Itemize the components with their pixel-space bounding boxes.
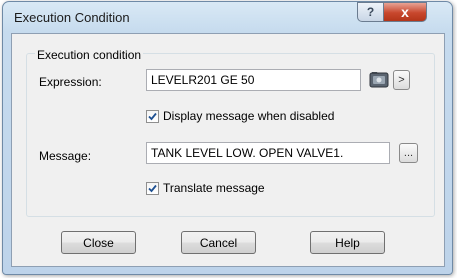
title-close-button[interactable]: x [383, 2, 427, 22]
group-legend: Execution condition [35, 48, 144, 62]
chevron-right-icon: > [398, 74, 405, 86]
help-button[interactable]: Help [310, 231, 385, 254]
checkmark-icon [148, 112, 157, 120]
dialog-body: Execution condition Expression: LEVELR20… [11, 33, 445, 267]
message-browse-button[interactable]: ... [399, 143, 418, 163]
window-title: Execution Condition [14, 10, 130, 25]
ellipsis-icon: ... [403, 147, 414, 159]
expression-label: Expression: [39, 75, 102, 89]
expression-editor-button[interactable] [368, 69, 390, 91]
message-input[interactable]: TANK LEVEL LOW. OPEN VALVE1. [146, 142, 390, 164]
display-message-option[interactable]: Display message when disabled [146, 109, 334, 123]
translate-message-option[interactable]: Translate message [146, 181, 265, 195]
expression-editor-icon [369, 72, 389, 88]
title-help-button[interactable]: ? [357, 2, 384, 22]
close-icon: x [401, 4, 409, 20]
display-message-checkbox[interactable] [146, 109, 159, 123]
translate-message-label: Translate message [163, 181, 265, 195]
close-button[interactable]: Close [61, 231, 136, 254]
display-message-label: Display message when disabled [163, 109, 335, 123]
checkmark-icon [148, 184, 157, 192]
expression-more-button[interactable]: > [393, 70, 410, 90]
message-label: Message: [39, 149, 92, 163]
help-icon: ? [366, 5, 375, 19]
cancel-button[interactable]: Cancel [181, 231, 256, 254]
translate-message-checkbox[interactable] [146, 181, 159, 195]
expression-input[interactable]: LEVELR201 GE 50 [146, 69, 361, 91]
dialog-window: Execution Condition ? x Execution condit… [2, 1, 453, 275]
